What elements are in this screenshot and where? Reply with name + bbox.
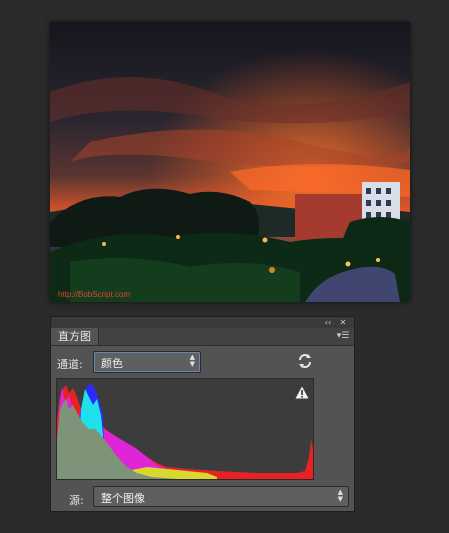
- double-chevron-left-icon[interactable]: ‹‹: [322, 317, 334, 328]
- panel-menu-icon[interactable]: ▾☰: [336, 330, 350, 342]
- panel-tab-row: 直方图 ▾☰: [51, 328, 354, 346]
- histogram-panel: ‹‹ ✕ 直方图 ▾☰ 通道: 颜色 ▲ ▼ 源: 整个图像 ▲ ▼: [50, 316, 355, 512]
- channel-select-value: 颜色: [101, 357, 123, 370]
- close-icon[interactable]: ✕: [337, 317, 349, 328]
- histogram-plot: [57, 383, 313, 479]
- select-arrows-icon: ▲ ▼: [337, 488, 343, 503]
- watermark-text: http://BobScript.com: [58, 290, 131, 299]
- source-select-value: 整个图像: [101, 492, 145, 505]
- image-canvas[interactable]: http://BobScript.com: [50, 22, 410, 302]
- panel-title-bar[interactable]: ‹‹ ✕: [51, 317, 354, 328]
- histogram-graph: [56, 378, 314, 480]
- source-select[interactable]: 整个图像 ▲ ▼: [93, 486, 349, 507]
- sunset-photo: [50, 22, 410, 302]
- channel-label: 通道:: [57, 358, 83, 371]
- select-arrows-icon: ▲ ▼: [189, 353, 195, 368]
- refresh-icon[interactable]: [297, 353, 313, 369]
- warning-icon[interactable]: [295, 384, 309, 399]
- channel-select[interactable]: 颜色 ▲ ▼: [93, 351, 201, 373]
- source-label: 源:: [69, 494, 84, 507]
- tab-histogram[interactable]: 直方图: [51, 328, 99, 345]
